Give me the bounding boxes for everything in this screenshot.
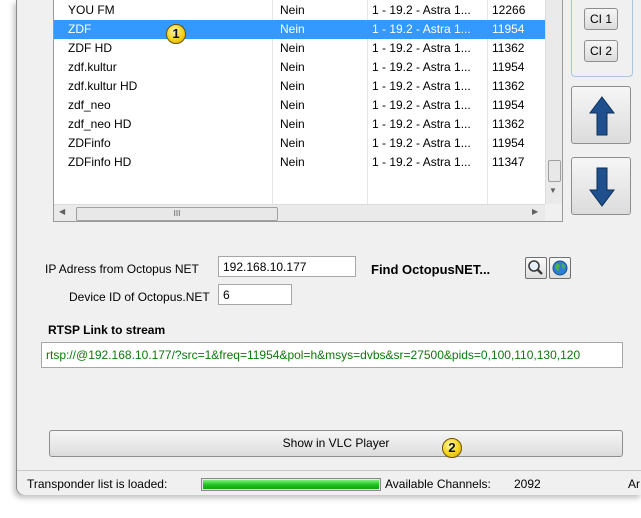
- channel-encrypted: Nein: [280, 136, 305, 150]
- ip-address-label: IP Adress from Octopus NET: [45, 262, 199, 276]
- channel-name: zdf_neo HD: [68, 117, 132, 131]
- ci2-button[interactable]: CI 2: [584, 40, 618, 62]
- channel-row[interactable]: ZDF HD Nein 1 - 19.2 - Astra 1... 11362: [54, 39, 545, 58]
- channel-name: zdf_neo: [68, 98, 111, 112]
- channel-frequency: 11362: [492, 79, 525, 93]
- channel-transponder: 1 - 19.2 - Astra 1...: [372, 117, 471, 131]
- vertical-scroll-thumb[interactable]: [548, 160, 561, 182]
- channel-frequency: 11954: [492, 98, 525, 112]
- channel-frequency: 11954: [492, 60, 525, 74]
- ci1-button[interactable]: CI 1: [584, 8, 618, 30]
- ci-panel: CI 1 CI 2: [571, 0, 633, 77]
- channel-transponder: 1 - 19.2 - Astra 1...: [372, 98, 471, 112]
- show-in-vlc-button[interactable]: Show in VLC Player: [49, 430, 623, 457]
- channel-encrypted: Nein: [280, 22, 305, 36]
- channel-row[interactable]: zdf_neo HD Nein 1 - 19.2 - Astra 1... 11362: [54, 115, 545, 134]
- globe-icon: [552, 260, 568, 276]
- rtsp-link-field[interactable]: rtsp://@192.168.10.177/?src=1&freq=11954…: [41, 342, 623, 368]
- ip-address-input[interactable]: 192.168.10.177: [218, 256, 356, 277]
- channel-name: ZDFinfo HD: [68, 155, 132, 169]
- channel-transponder: 1 - 19.2 - Astra 1...: [372, 60, 471, 74]
- status-truncated-text: Ar: [628, 477, 640, 491]
- progress-fill: [203, 480, 379, 489]
- rtsp-link-label: RTSP Link to stream: [48, 323, 166, 337]
- move-up-button[interactable]: [571, 86, 631, 144]
- channel-row[interactable]: zdf_neo Nein 1 - 19.2 - Astra 1... 11954: [54, 96, 545, 115]
- channel-row[interactable]: ZDFinfo Nein 1 - 19.2 - Astra 1... 11954: [54, 134, 545, 153]
- channel-transponder: 1 - 19.2 - Astra 1...: [372, 22, 471, 36]
- annotation-marker-1: 1: [166, 24, 186, 44]
- horizontal-scroll-thumb[interactable]: III: [76, 207, 278, 221]
- channel-encrypted: Nein: [280, 155, 305, 169]
- channel-transponder: 1 - 19.2 - Astra 1...: [372, 3, 471, 17]
- channel-name: YOU FM: [68, 3, 115, 17]
- available-channels-count: 2092: [514, 477, 541, 491]
- channel-transponder: 1 - 19.2 - Astra 1...: [372, 79, 471, 93]
- scroll-right-icon[interactable]: ▶: [532, 207, 538, 216]
- channel-transponder: 1 - 19.2 - Astra 1...: [372, 136, 471, 150]
- channel-frequency: 11362: [492, 117, 525, 131]
- channel-rows: YOU FM Nein 1 - 19.2 - Astra 1... 12266 ZDF N…: [54, 0, 545, 204]
- find-octopusnet-label: Find OctopusNET...: [371, 262, 491, 277]
- channel-encrypted: Nein: [280, 117, 305, 131]
- scroll-down-icon[interactable]: ▼: [549, 186, 557, 195]
- channel-row[interactable]: zdf.kultur Nein 1 - 19.2 - Astra 1... 11954: [54, 58, 545, 77]
- status-loaded-label: Transponder list is loaded:: [27, 477, 168, 491]
- channel-encrypted: Nein: [280, 41, 305, 55]
- channel-row[interactable]: ZDF Nein 1 - 19.2 - Astra 1... 11954: [54, 20, 545, 39]
- move-down-button[interactable]: [571, 157, 631, 215]
- search-icon: [528, 260, 543, 275]
- vertical-scrollbar[interactable]: ▼: [545, 0, 562, 204]
- channel-row[interactable]: ZDFinfo HD Nein 1 - 19.2 - Astra 1... 11347: [54, 153, 545, 172]
- channel-row[interactable]: YOU FM Nein 1 - 19.2 - Astra 1... 12266: [54, 1, 545, 20]
- channel-name: zdf.kultur HD: [68, 79, 138, 93]
- channel-name: ZDFinfo: [68, 136, 111, 150]
- scroll-left-icon[interactable]: ◀: [59, 207, 65, 216]
- loading-progress-bar: [201, 478, 381, 491]
- channel-name: zdf.kultur: [68, 60, 117, 74]
- horizontal-scrollbar[interactable]: ◀ III ▶: [54, 204, 545, 221]
- channel-frequency: 11347: [492, 155, 525, 169]
- annotation-marker-2: 2: [442, 438, 462, 458]
- channel-encrypted: Nein: [280, 3, 305, 17]
- channel-encrypted: Nein: [280, 79, 305, 93]
- device-id-label: Device ID of Octopus.NET: [69, 290, 210, 304]
- channel-row[interactable]: zdf.kultur HD Nein 1 - 19.2 - Astra 1... 11…: [54, 77, 545, 96]
- channel-encrypted: Nein: [280, 98, 305, 112]
- channel-transponder: 1 - 19.2 - Astra 1...: [372, 41, 471, 55]
- channel-transponder: 1 - 19.2 - Astra 1...: [372, 155, 471, 169]
- arrow-up-icon: [589, 96, 615, 136]
- available-channels-label: Available Channels:: [385, 477, 491, 491]
- channel-encrypted: Nein: [280, 60, 305, 74]
- channel-name: ZDF HD: [68, 41, 112, 55]
- channel-frequency: 11954: [492, 22, 525, 36]
- scrollbar-corner: [545, 204, 562, 221]
- channel-frequency: 11954: [492, 136, 525, 150]
- channel-frequency: 12266: [492, 3, 526, 17]
- app-window: YOU FM Nein 1 - 19.2 - Astra 1... 12266 ZDF N…: [16, 0, 641, 495]
- channel-frequency: 11362: [492, 41, 525, 55]
- channel-list[interactable]: YOU FM Nein 1 - 19.2 - Astra 1... 12266 ZDF N…: [53, 0, 563, 222]
- network-button[interactable]: [549, 257, 571, 279]
- device-id-input[interactable]: 6: [218, 284, 292, 305]
- search-button[interactable]: [525, 257, 547, 279]
- arrow-down-icon: [589, 167, 615, 207]
